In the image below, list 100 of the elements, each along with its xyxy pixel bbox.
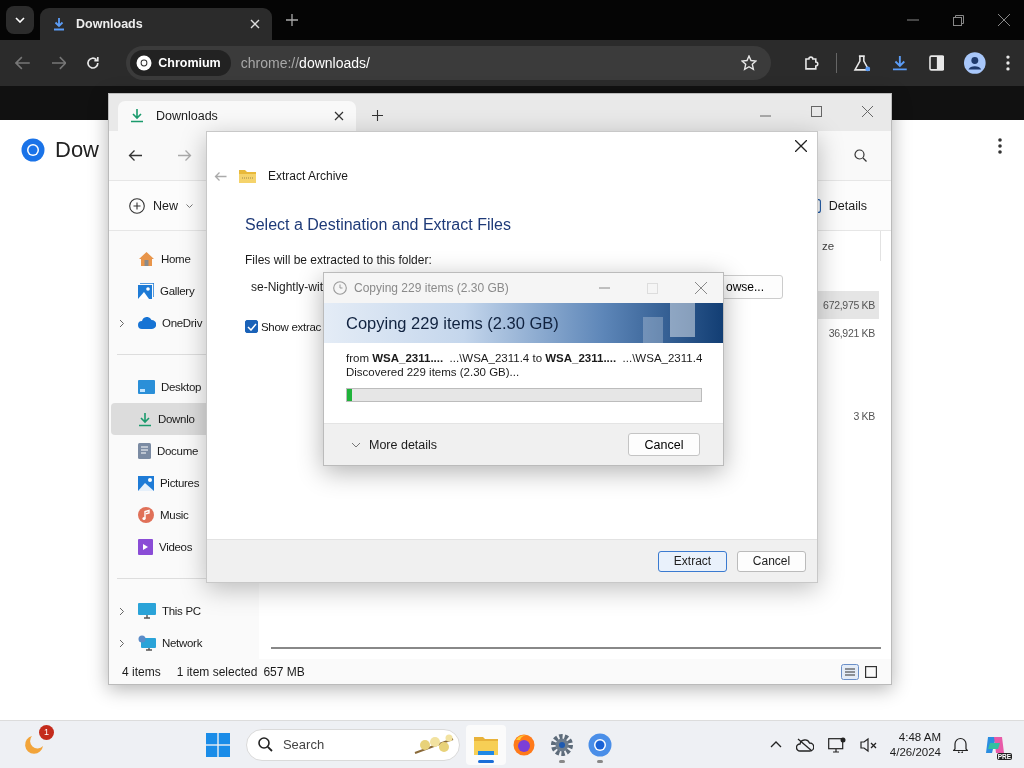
taskbar-app[interactable] [465,724,506,765]
column-header[interactable]: ze [822,240,835,253]
checkbox-label: Show extrac [261,320,321,333]
ribbon-logo-icon [984,734,1006,755]
explorer-tab[interactable]: Downloads [118,100,356,131]
tab-search-button[interactable] [6,6,34,34]
flask-icon[interactable] [853,54,871,72]
chromium-logo-icon [587,732,612,757]
url-text: chrome://downloads/ [240,55,370,71]
site-chip[interactable]: Chromium [130,50,231,76]
bookmark-star-icon[interactable] [740,55,757,71]
forward-icon[interactable] [50,56,67,70]
plus-circle-icon [129,197,145,214]
film-icon [138,539,153,556]
address-bar[interactable]: Chromium chrome://downloads/ [126,46,771,80]
dialog-heading: Select a Destination and Extract Files [245,216,512,234]
dialog-title: Extract Archive [268,169,349,183]
network-icon [138,635,156,652]
house-icon [138,251,155,268]
clock[interactable]: 4:48 AM 4/26/2024 [889,729,941,760]
sidebar-item[interactable]: Docume [111,435,259,468]
chromium-logo-icon [21,138,45,162]
speaker-muted-icon[interactable] [859,736,878,753]
folder-path-field[interactable]: se-Nightly-wit [251,280,323,294]
file-row[interactable]: 3 KB [817,402,879,431]
chevron-icon[interactable] [119,318,125,328]
cloud-icon [138,317,156,330]
close-icon[interactable] [795,140,807,152]
copy-path-text: from WSA_2311.... ...\WSA_2311.4 to WSA_2311.... ...\WSA_2311.4 [346,352,702,364]
cancel-button[interactable]: Cancel [737,550,806,572]
sidebar-item[interactable]: Music [111,499,259,532]
puzzle-icon[interactable] [802,54,821,72]
gallery-icon [138,283,154,300]
new-tab-icon[interactable] [286,14,298,26]
reload-icon[interactable] [86,56,101,70]
search-icon[interactable] [854,148,867,162]
banner-title: Copying 229 items (2.30 GB) [346,313,560,333]
sidebar-item[interactable]: Desktop [111,371,259,404]
download-icon [52,17,66,31]
search-field[interactable]: Search [245,728,460,761]
menu-icon[interactable] [998,138,1002,154]
fox-globe-icon [512,733,535,756]
status-text: 657 MB [263,664,305,679]
moon-icon[interactable] [23,733,45,756]
notification-badge: 1 [39,724,54,740]
pictures-icon [138,475,154,491]
status-text: 4 items [122,664,161,679]
sidebar-item[interactable]: Network [111,627,259,660]
tiles-view-icon[interactable] [865,665,877,678]
sidebar-item[interactable]: This PC [111,595,259,628]
checkbox[interactable] [245,320,258,333]
file-row[interactable]: 672,975 KB [817,291,879,320]
flower-branch-drawing [412,732,455,757]
profile-icon[interactable] [964,52,987,74]
field-label: Files will be extracted to this folder: [245,253,433,267]
menu-icon[interactable] [1006,55,1011,71]
status-text: 1 item selected [176,664,258,679]
maximize-icon [647,282,658,294]
download-icon [130,108,144,124]
chevron-icon[interactable] [119,606,125,616]
chevron-icon[interactable] [119,638,125,648]
settings-icon [549,732,574,757]
sidebar-item[interactable]: Videos [111,531,259,564]
extract-button[interactable]: Extract [658,550,727,572]
maximize-icon[interactable] [811,105,822,117]
chevron-down-icon [15,17,25,23]
desktop-icon [138,380,155,395]
cloud-off-icon[interactable] [795,737,814,752]
chevron-up-icon[interactable] [769,741,782,748]
file-row[interactable]: 36,921 KB [817,319,879,348]
download-icon [138,411,152,427]
download-icon[interactable] [891,54,909,72]
details-view-icon[interactable] [841,663,859,680]
caret-icon [186,203,193,208]
zip-folder-icon [239,169,256,183]
page-heading: Dow [55,137,99,163]
clock-icon [333,281,347,295]
new-tab-icon[interactable] [372,109,383,121]
close-icon[interactable] [334,110,344,121]
cancel-button[interactable]: Cancel [628,433,700,456]
bell-icon[interactable] [953,736,968,753]
more-details-toggle[interactable]: More details [351,437,438,452]
sidebar-item[interactable]: OneDriv [111,307,259,340]
monitor-icon[interactable] [827,736,846,753]
browser-tab[interactable]: Downloads [40,8,272,40]
window-title: Copying 229 items (2.30 GB) [354,281,509,295]
chromium-logo-icon [136,55,153,71]
monitor-icon [138,603,156,620]
new-button[interactable]: New [129,197,193,214]
document-icon [138,443,151,460]
search-icon [257,737,273,752]
chevron-down-icon [351,441,361,448]
windows-logo-icon[interactable] [205,732,230,757]
restore-icon[interactable] [953,14,964,26]
sidebar-item[interactable]: Pictures [111,467,259,500]
music-icon [138,507,154,524]
back-icon[interactable] [128,148,143,162]
folder-icon [473,734,498,755]
side-panel-icon[interactable] [928,55,945,71]
status-text: Discovered 229 items (2.30 GB)... [346,366,521,378]
